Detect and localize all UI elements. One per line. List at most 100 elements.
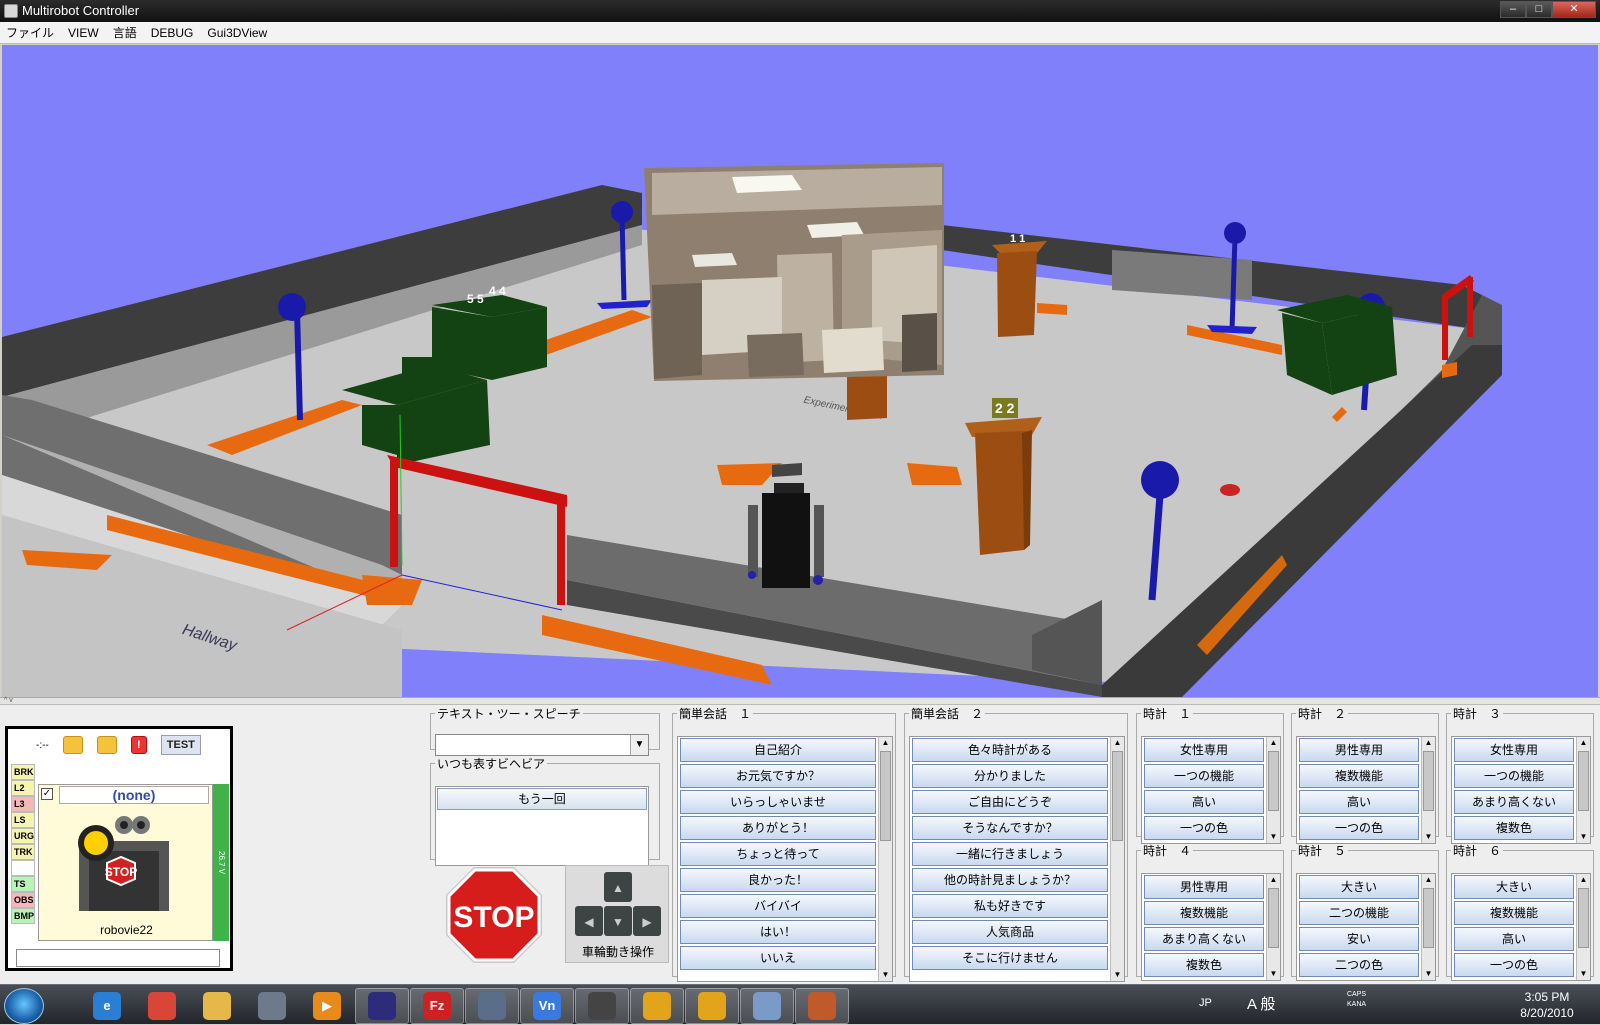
menu-view[interactable]: VIEW [68,26,99,40]
taskbar-app[interactable] [355,988,409,1024]
scroll-up-icon[interactable]: ▲ [1577,737,1590,749]
phrase-button[interactable]: そうなんですか？ [912,816,1108,840]
robot-card[interactable]: ✓ (none) STOP robovie22 [38,784,213,941]
scroll-down-icon[interactable]: ▼ [1111,969,1124,981]
phrase-button[interactable]: 二つの色 [1299,953,1419,977]
phrase-button[interactable]: 良かった！ [680,868,876,892]
tts-combo[interactable]: ▼ [435,734,649,756]
phrase-button[interactable]: 高い [1144,790,1264,814]
phrase-button[interactable]: ちょっと待って [680,842,876,866]
phrase-button[interactable]: 女性専用 [1454,738,1574,762]
scroll-thumb[interactable] [1578,751,1589,811]
phrase-button[interactable]: そこに行けません [912,946,1108,970]
clock[interactable]: 3:05 PM 8/20/2010 [1507,989,1587,1021]
phrase-button[interactable]: いらっしゃいませ [680,790,876,814]
phrase-button[interactable]: ありがとう！ [680,816,876,840]
scrollbar[interactable]: ▲ ▼ [1421,874,1435,980]
scroll-down-icon[interactable]: ▼ [1267,968,1280,980]
start-button[interactable] [4,988,44,1024]
taskbar-app[interactable]: Vn [520,988,574,1024]
ime-language[interactable]: JP [1199,997,1212,1009]
taskbar-app[interactable] [685,988,739,1024]
behavior-again-button[interactable]: もう一回 [437,788,647,810]
close-button[interactable]: ✕ [1552,1,1596,18]
scroll-down-icon[interactable]: ▼ [879,969,892,981]
phrase-button[interactable]: 複数機能 [1454,901,1574,925]
scroll-up-icon[interactable]: ▲ [1267,737,1280,749]
folder-open-icon[interactable] [62,736,83,754]
robot-selector[interactable]: (none) [59,786,209,804]
phrase-button[interactable]: 自己紹介 [680,738,876,762]
scrollbar[interactable]: ▲ ▼ [878,737,892,981]
robot-text-field[interactable] [16,949,220,967]
taskbar-app[interactable] [245,988,299,1024]
scroll-down-icon[interactable]: ▼ [1577,968,1590,980]
phrase-button[interactable]: あまり高くない [1454,790,1574,814]
alert-icon[interactable]: ! [130,736,147,754]
menu-file[interactable]: ファイル [6,24,54,41]
phrase-button[interactable]: 一つの機能 [1454,764,1574,788]
phrase-button[interactable]: 高い [1454,927,1574,951]
phrase-button[interactable]: 一つの色 [1144,816,1264,840]
scroll-thumb[interactable] [1268,888,1279,948]
phrase-button[interactable]: 私も好きです [912,894,1108,918]
phrase-button[interactable]: 人気商品 [912,920,1108,944]
phrase-button[interactable]: 男性専用 [1299,738,1419,762]
phrase-button[interactable]: 色々時計がある [912,738,1108,762]
taskbar-app[interactable]: e [80,988,134,1024]
phrase-button[interactable]: 大きい [1299,875,1419,899]
phrase-button[interactable]: 安い [1299,927,1419,951]
3d-view[interactable]: Hallway Experiment Room 1 1 2 2 5 5 4 4 [2,45,1598,697]
phrase-button[interactable]: 男性専用 [1144,875,1264,899]
phrase-button[interactable]: 二つの機能 [1299,901,1419,925]
scrollbar[interactable]: ▲ ▼ [1421,737,1435,843]
menu-gui3dview[interactable]: Gui3DView [207,26,267,40]
taskbar-app[interactable]: Fz [410,988,464,1024]
ime-mode[interactable]: A 般 [1247,993,1275,1014]
scroll-up-icon[interactable]: ▲ [1422,874,1435,886]
phrase-button[interactable]: 一緒に行きましょう [912,842,1108,866]
scrollbar[interactable]: ▲ ▼ [1576,737,1590,843]
phrase-button[interactable]: 大きい [1454,875,1574,899]
scrollbar[interactable]: ▲ ▼ [1110,737,1124,981]
phrase-button[interactable]: 複数色 [1454,816,1574,840]
phrase-button[interactable]: はい！ [680,920,876,944]
wheel-control[interactable]: ▲ ◀ ▼ ▶ 車輪動き操作 [565,865,669,963]
scroll-thumb[interactable] [1578,888,1589,948]
phrase-button[interactable]: 複数機能 [1144,901,1264,925]
maximize-button[interactable]: □ [1526,1,1552,18]
phrase-button[interactable]: 分かりました [912,764,1108,788]
chevron-down-icon[interactable]: ▼ [630,735,648,755]
taskbar-app[interactable] [465,988,519,1024]
camera-feed[interactable] [644,163,944,381]
taskbar-app[interactable] [630,988,684,1024]
minimize-button[interactable]: – [1500,1,1526,18]
scroll-thumb[interactable] [1268,751,1279,811]
scroll-up-icon[interactable]: ▲ [1267,874,1280,886]
taskbar-app[interactable]: ▶ [300,988,354,1024]
menu-language[interactable]: 言語 [113,24,137,41]
scrollbar[interactable]: ▲ ▼ [1576,874,1590,980]
scroll-up-icon[interactable]: ▲ [879,737,892,749]
phrase-button[interactable]: 複数色 [1144,953,1264,977]
taskbar-app[interactable] [135,988,189,1024]
scroll-up-icon[interactable]: ▲ [1422,737,1435,749]
taskbar-app[interactable] [740,988,794,1024]
phrase-button[interactable]: あまり高くない [1144,927,1264,951]
splitter[interactable]: ^ v [0,697,1600,705]
scroll-thumb[interactable] [1423,751,1434,811]
phrase-button[interactable]: 複数機能 [1299,764,1419,788]
scrollbar[interactable]: ▲ ▼ [1266,874,1280,980]
phrase-button[interactable]: 高い [1299,790,1419,814]
phrase-button[interactable]: ご自由にどうぞ [912,790,1108,814]
phrase-button[interactable]: 一つの色 [1299,816,1419,840]
phrase-button[interactable]: バイバイ [680,894,876,918]
folder-save-icon[interactable] [96,736,117,754]
stop-button[interactable]: STOP [444,865,544,965]
scroll-thumb[interactable] [880,751,891,841]
menu-debug[interactable]: DEBUG [151,26,194,40]
taskbar-app[interactable] [795,988,849,1024]
phrase-button[interactable]: お元気ですか？ [680,764,876,788]
test-button[interactable]: TEST [160,735,201,755]
scrollbar[interactable]: ▲ ▼ [1266,737,1280,843]
